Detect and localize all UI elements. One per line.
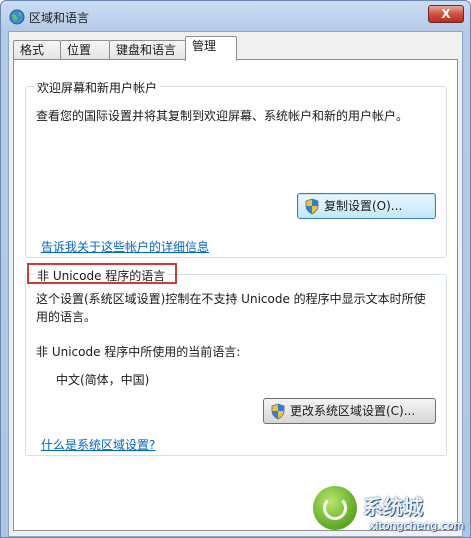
welcome-description: 查看您的国际设置并将其复制到欢迎屏幕、系统帐户和新的用户帐户。 xyxy=(36,109,409,123)
non-unicode-description-line1: 这个设置(系统区域设置)控制在不支持 Unicode 的程序中显示文本时所使 xyxy=(36,292,426,306)
change-system-locale-button[interactable]: 更改系统区域设置(C)... xyxy=(263,398,436,424)
current-language-value: 中文(简体，中国) xyxy=(56,373,150,387)
welcome-screen-group: 欢迎屏幕和新用户帐户 查看您的国际设置并将其复制到欢迎屏幕、系统帐户和新的用户帐… xyxy=(25,79,447,258)
dialog-client-area: 格式 位置 键盘和语言 管理 欢迎屏幕和新用户帐户 查看您的国际设置并将其复制到… xyxy=(8,31,463,537)
watermark-url: xitongcheng.com xyxy=(369,519,465,532)
what-is-system-locale-link[interactable]: 什么是系统区域设置? xyxy=(41,436,155,453)
welcome-accounts-link[interactable]: 告诉我关于这些帐户的详细信息 xyxy=(41,238,209,255)
close-button[interactable]: X xyxy=(428,5,464,23)
tab-panel-administrative: 欢迎屏幕和新用户帐户 查看您的国际设置并将其复制到欢迎屏幕、系统帐户和新的用户帐… xyxy=(13,59,458,531)
copy-settings-button[interactable]: 复制设置(O)... xyxy=(297,193,436,219)
non-unicode-description-line2: 用的语言。 xyxy=(36,310,97,324)
tab-administrative[interactable]: 管理 xyxy=(185,36,237,61)
copy-settings-label: 复制设置(O)... xyxy=(324,199,403,213)
change-system-locale-label: 更改系统区域设置(C)... xyxy=(290,404,416,418)
power-ring-icon xyxy=(323,496,347,520)
region-language-window: 区域和语言 X 格式 位置 键盘和语言 管理 欢迎屏幕和新用户帐户 查看您的国际… xyxy=(0,0,471,538)
uac-shield-icon xyxy=(305,198,319,215)
tab-location[interactable]: 位置 xyxy=(60,40,110,60)
red-highlight-box xyxy=(27,263,177,284)
window-title: 区域和语言 xyxy=(29,11,90,25)
uac-shield-icon xyxy=(271,403,285,420)
non-unicode-group: 非 Unicode 程序的语言 这个设置(系统区域设置)控制在不支持 Unico… xyxy=(25,267,447,456)
tab-keyboards-languages[interactable]: 键盘和语言 xyxy=(109,40,187,60)
watermark-logo xyxy=(313,486,357,530)
title-bar[interactable]: 区域和语言 X xyxy=(1,1,470,31)
watermark-brand: 系统城 xyxy=(363,495,423,519)
current-language-label: 非 Unicode 程序中所使用的当前语言: xyxy=(36,345,241,359)
tab-formats[interactable]: 格式 xyxy=(13,40,61,60)
globe-icon xyxy=(9,9,25,25)
welcome-group-title: 欢迎屏幕和新用户帐户 xyxy=(34,79,161,96)
